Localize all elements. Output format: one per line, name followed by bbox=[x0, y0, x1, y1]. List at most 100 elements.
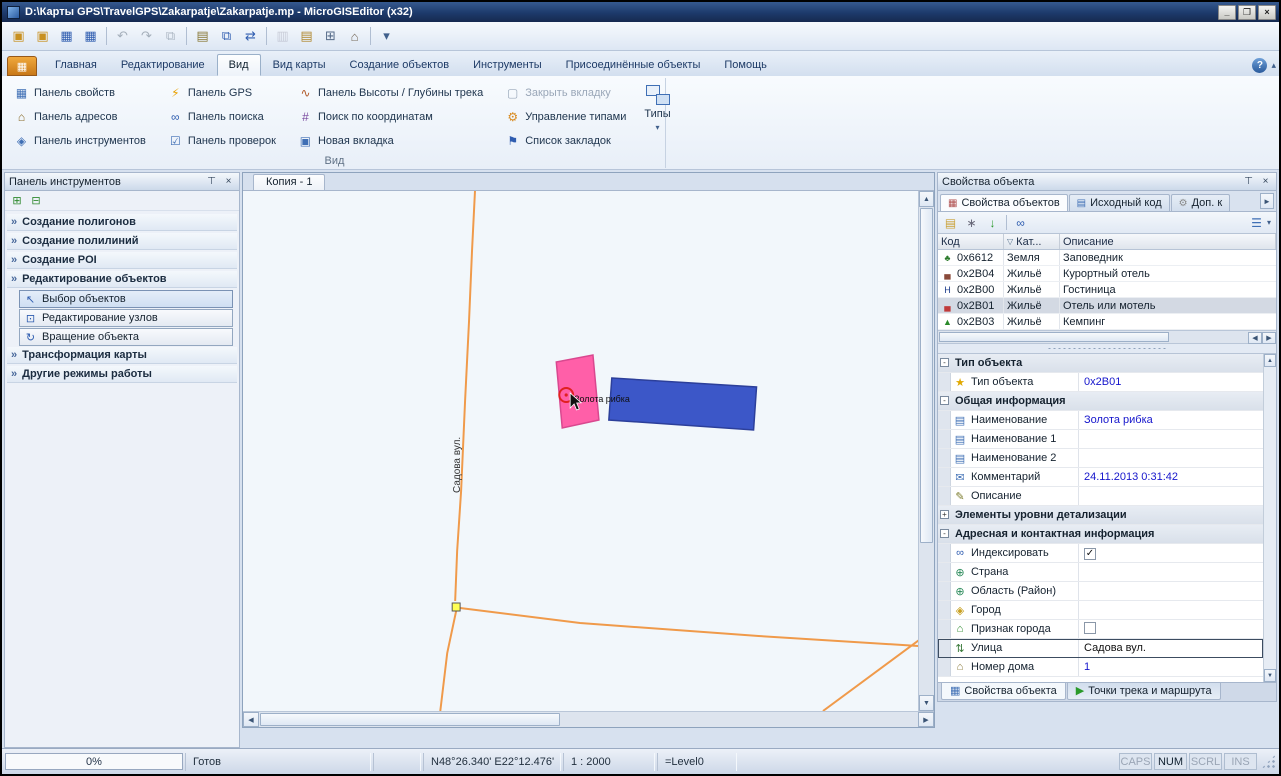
column-header-category[interactable]: ▽Кат... bbox=[1004, 234, 1060, 249]
property-value[interactable]: Золота рибка bbox=[1079, 411, 1263, 429]
scroll-right-icon[interactable]: ▶ bbox=[918, 712, 934, 727]
property-value[interactable]: 24.11.2013 0:31:42 bbox=[1079, 468, 1263, 486]
ribbon-tab-Редактирование[interactable]: Редактирование bbox=[109, 54, 217, 76]
more-button[interactable]: ▾ bbox=[375, 25, 398, 47]
ribbon-item-newtab[interactable]: ▣Новая вкладка bbox=[294, 129, 487, 153]
property-value[interactable] bbox=[1079, 582, 1263, 600]
scroll-up-icon[interactable]: ▲ bbox=[1264, 354, 1276, 367]
ribbon-tab-Инструменты[interactable]: Инструменты bbox=[461, 54, 554, 76]
save-button[interactable]: ▦ bbox=[55, 25, 78, 47]
property-row[interactable]: ▤Наименование 1 bbox=[938, 430, 1263, 449]
types-button[interactable]: Типы▾ bbox=[644, 81, 670, 153]
minimize-button[interactable]: _ bbox=[1218, 5, 1236, 20]
property-row[interactable]: ◈Город bbox=[938, 601, 1263, 620]
tool-section-2[interactable]: »Создание POI bbox=[7, 252, 237, 269]
scroll-left-icon[interactable]: ◀ bbox=[1248, 332, 1262, 344]
compile-button[interactable]: ⇄ bbox=[239, 25, 262, 47]
property-group[interactable]: -Тип объекта bbox=[938, 354, 1263, 373]
scroll-down-icon[interactable]: ▼ bbox=[919, 695, 934, 711]
ribbon-tab-Создание объектов[interactable]: Создание объектов bbox=[338, 54, 462, 76]
table-row[interactable]: ♣0x6612ЗемляЗаповедник bbox=[938, 250, 1276, 266]
duplicate-button[interactable]: ⧉ bbox=[215, 25, 238, 47]
tab-Исходный код[interactable]: ▤Исходный код bbox=[1069, 194, 1170, 211]
property-value[interactable] bbox=[1079, 449, 1263, 467]
panel-close-icon[interactable]: × bbox=[222, 176, 235, 187]
scroll-right-icon[interactable]: ▶ bbox=[1262, 332, 1276, 344]
ribbon-item-map-panel[interactable]: ▦Панель свойств bbox=[10, 81, 150, 105]
column-header-code[interactable]: Код bbox=[938, 234, 1004, 249]
ribbon-item-elevation[interactable]: ∿Панель Высоты / Глубины трека bbox=[294, 81, 487, 105]
property-row[interactable]: ✎Описание bbox=[938, 487, 1263, 506]
column-header-description[interactable]: Описание bbox=[1060, 234, 1276, 249]
table-row[interactable]: ▄0x2B04ЖильёКурортный отель bbox=[938, 266, 1276, 282]
ribbon-item-search[interactable]: ∞Панель поиска bbox=[164, 105, 280, 129]
scroll-up-icon[interactable]: ▲ bbox=[919, 191, 934, 207]
property-row[interactable]: ⌂Признак города bbox=[938, 620, 1263, 639]
app-menu-button[interactable]: ▦ bbox=[7, 56, 37, 76]
table-row[interactable]: H0x2B00ЖильёГостиница bbox=[938, 282, 1276, 298]
panel-splitter[interactable] bbox=[938, 344, 1276, 353]
ribbon-tab-Вид[interactable]: Вид bbox=[217, 54, 261, 76]
blue-polygon[interactable] bbox=[609, 378, 757, 430]
tab-scroll-icon[interactable]: ► bbox=[1260, 193, 1274, 209]
save-all-button[interactable]: ▦ bbox=[79, 25, 102, 47]
open-button[interactable]: ▣ bbox=[7, 25, 30, 47]
ribbon-item-checks[interactable]: ☑Панель проверок bbox=[164, 129, 280, 153]
tool-button-6[interactable]: ↻Вращение объекта bbox=[19, 328, 233, 346]
ribbon-tab-Главная[interactable]: Главная bbox=[43, 54, 109, 76]
tab-Доп. к[interactable]: ⚙Доп. к bbox=[1171, 194, 1231, 211]
restore-button[interactable]: ❐ bbox=[1238, 5, 1256, 20]
bottom-tab-Свойства объекта[interactable]: ▦Свойства объекта bbox=[941, 683, 1066, 700]
map-canvas[interactable]: Золота рибка Садова вул. ▲ ▼ bbox=[243, 191, 934, 711]
ribbon-tab-Вид карты[interactable]: Вид карты bbox=[261, 54, 338, 76]
list-button[interactable]: ☰ bbox=[1247, 214, 1266, 232]
property-value[interactable]: 1 bbox=[1079, 658, 1263, 676]
property-value[interactable] bbox=[1079, 601, 1263, 619]
sort-filter-icon[interactable]: ▽ bbox=[1007, 237, 1013, 246]
road-line-south[interactable] bbox=[440, 611, 456, 711]
checkbox[interactable] bbox=[1084, 622, 1096, 634]
paste-button[interactable]: ▤ bbox=[191, 25, 214, 47]
property-row[interactable]: ⊕Страна bbox=[938, 563, 1263, 582]
tool-section-1[interactable]: »Создание полилиний bbox=[7, 233, 237, 250]
property-value[interactable] bbox=[1079, 563, 1263, 581]
ribbon-item-gps[interactable]: ⚡Панель GPS bbox=[164, 81, 280, 105]
scroll-left-icon[interactable]: ◀ bbox=[243, 712, 259, 727]
pin-icon[interactable]: ⊤ bbox=[205, 176, 218, 187]
property-row[interactable]: ▤Наименование 2 bbox=[938, 449, 1263, 468]
road-branch[interactable] bbox=[460, 608, 934, 647]
ribbon-tab-Присоединённые объекты[interactable]: Присоединённые объекты bbox=[554, 54, 713, 76]
expander-icon[interactable]: - bbox=[940, 396, 949, 405]
resize-grip-icon[interactable] bbox=[1261, 754, 1276, 769]
table-row[interactable]: ▲0x2B03ЖильёКемпинг bbox=[938, 314, 1276, 330]
map-horizontal-scrollbar[interactable]: ◀ ▶ bbox=[243, 711, 934, 727]
property-value[interactable]: 0x2B01 bbox=[1079, 373, 1263, 391]
panel-close-icon[interactable]: × bbox=[1259, 176, 1272, 187]
table-scroll-thumb[interactable] bbox=[939, 332, 1169, 342]
property-value[interactable] bbox=[1079, 620, 1263, 638]
property-group[interactable]: -Адресная и контактная информация bbox=[938, 525, 1263, 544]
new-button[interactable]: ▤ bbox=[941, 214, 960, 232]
property-row[interactable]: ∞Индексировать✓ bbox=[938, 544, 1263, 563]
wand-button[interactable]: ∗ bbox=[962, 214, 981, 232]
map-tab[interactable]: Копия - 1 bbox=[253, 174, 325, 190]
property-row[interactable]: ★Тип объекта0x2B01 bbox=[938, 373, 1263, 392]
property-value[interactable] bbox=[1079, 430, 1263, 448]
road-line[interactable] bbox=[455, 191, 475, 601]
ribbon-item-address-panel[interactable]: ⌂Панель адресов bbox=[10, 105, 150, 129]
property-value[interactable]: ✓ bbox=[1079, 544, 1263, 562]
tool-section-7[interactable]: »Трансформация карты bbox=[7, 347, 237, 364]
scroll-down-icon[interactable]: ▼ bbox=[1264, 669, 1276, 682]
horizontal-scroll-thumb[interactable] bbox=[260, 713, 560, 726]
property-row[interactable]: ⌂Номер дома1 bbox=[938, 658, 1263, 677]
property-value[interactable]: Садова вул. bbox=[1079, 639, 1263, 657]
property-row[interactable]: ⊕Область (Район) bbox=[938, 582, 1263, 601]
road-node[interactable] bbox=[452, 603, 460, 611]
tool-section-8[interactable]: »Другие режимы работы bbox=[7, 366, 237, 383]
tool-button-5[interactable]: ⊡Редактирование узлов bbox=[19, 309, 233, 327]
table-button[interactable]: ⊞ bbox=[319, 25, 342, 47]
table-horizontal-scrollbar[interactable]: ◀ ▶ bbox=[938, 330, 1276, 344]
vertical-scroll-thumb[interactable] bbox=[920, 208, 933, 543]
expander-icon[interactable]: - bbox=[940, 529, 949, 538]
tool-section-0[interactable]: »Создание полигонов bbox=[7, 214, 237, 231]
